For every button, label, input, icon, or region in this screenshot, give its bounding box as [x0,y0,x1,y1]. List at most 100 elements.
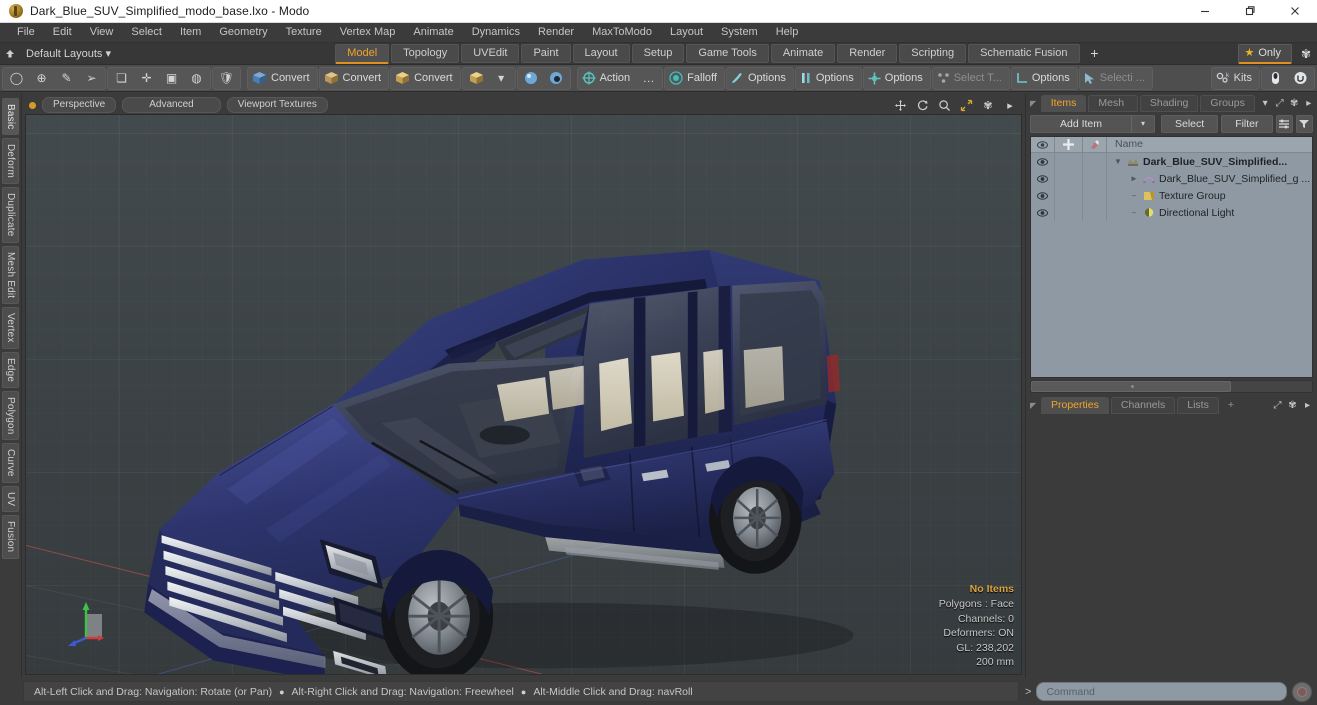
visibility-eye-icon[interactable] [1031,204,1056,221]
properties-tab-channels[interactable]: Channels [1110,396,1176,414]
visibility-eye-icon[interactable] [1031,153,1056,170]
layout-tab-scripting[interactable]: Scripting [899,44,967,63]
curve-tool[interactable]: ➢ [79,69,104,88]
left-tab-curve[interactable]: Curve [2,443,19,484]
left-tab-edge[interactable]: Edge [2,351,19,388]
items-tab-shading[interactable]: Shading [1139,95,1199,112]
convert-dropdown[interactable]: ▾ [489,69,514,88]
mirror-tool[interactable]: ✛ [134,69,159,88]
menu-item-item[interactable]: Item [171,23,210,42]
only-toggle-button[interactable]: ★ Only [1237,43,1292,64]
expand-icon[interactable]: ⤢ [1273,98,1286,109]
sphere-tool[interactable]: ◯ [4,69,29,88]
menu-item-file[interactable]: File [8,23,44,42]
viewport-state-dot[interactable] [29,101,36,109]
twirl-closed-icon[interactable]: ► [1129,174,1139,183]
menu-item-edit[interactable]: Edit [44,23,81,42]
kits-button[interactable]: k Kits [1213,69,1258,88]
symmetry-options-button[interactable]: Options [1013,69,1076,88]
panel-corner-icon[interactable]: ◤ [1030,401,1039,410]
home-icon[interactable] [0,48,20,60]
layout-tab-paint[interactable]: Paint [521,44,571,63]
chevron-right-icon[interactable]: ▸ [1301,400,1314,411]
convert-static-button[interactable]: Convert [321,69,388,88]
add-item-dropdown[interactable]: Add Item ▾ [1030,115,1155,133]
scroll-thumb[interactable] [1031,381,1231,392]
menu-item-vertex-map[interactable]: Vertex Map [331,23,405,42]
list-icon[interactable] [1275,115,1293,133]
preview-render-button[interactable] [1263,69,1288,88]
convert-extra-button[interactable] [464,69,489,88]
menu-item-system[interactable]: System [712,23,767,42]
layout-tab-layout[interactable]: Layout [572,44,630,63]
bevel-tool[interactable]: ▣ [159,69,184,88]
menu-item-render[interactable]: Render [529,23,583,42]
viewport-3d[interactable]: No Items Polygons : Face Channels: 0 Def… [25,114,1022,675]
left-tab-uv[interactable]: UV [2,486,19,513]
suv-3d-model[interactable] [26,115,1021,674]
fit-icon[interactable] [958,98,974,112]
left-tab-vertex[interactable]: Vertex [2,307,19,349]
transform-cell[interactable] [1055,170,1083,187]
chevron-right-icon[interactable]: ▸ [1002,98,1018,112]
layout-tab-model[interactable]: Model [335,43,390,64]
material-preset-b[interactable] [544,69,569,88]
left-tab-basic[interactable]: Basic [2,98,19,136]
menu-item-select[interactable]: Select [122,23,171,42]
zoom-icon[interactable] [936,98,952,112]
globe-tool[interactable]: ⊕ [29,69,54,88]
selection-mode-button[interactable]: Selecti ... [1081,69,1151,88]
expand-icon[interactable]: ⤢ [1271,400,1284,411]
menu-item-layout[interactable]: Layout [661,23,712,42]
left-tab-fusion[interactable]: Fusion [2,515,19,559]
panel-corner-icon[interactable]: ◤ [1030,99,1039,108]
table-row[interactable]: ▼ Dark_Blue_SUV_Simplified... [1107,153,1312,170]
menu-item-help[interactable]: Help [767,23,808,42]
pen-tool[interactable]: ✎ [54,69,79,88]
record-icon[interactable] [1292,681,1312,702]
command-input[interactable]: Command [1036,682,1287,701]
viewport-textures-button[interactable]: Viewport Textures [226,97,328,113]
transform-cell[interactable] [1055,204,1083,221]
select-through-button[interactable]: Select T... [934,69,1008,88]
action-center-button[interactable]: Action [579,69,637,88]
array-tool[interactable]: ❏ [109,69,134,88]
add-properties-tab-button[interactable]: + [1221,398,1241,413]
chevron-right-icon[interactable]: ▸ [1302,98,1315,109]
move-icon[interactable] [892,98,908,112]
transform-cell[interactable] [1055,187,1083,204]
items-tab-mesh-[interactable]: Mesh ... [1088,95,1138,124]
default-layouts-dropdown[interactable]: Default Layouts ▾ [20,47,121,60]
layout-tab-render[interactable]: Render [837,44,898,63]
maximize-button[interactable] [1227,0,1272,22]
layout-tab-schematic-fusion[interactable]: Schematic Fusion [968,44,1080,63]
layout-tab-uvedit[interactable]: UVEdit [461,44,520,63]
transform-cell[interactable] [1055,153,1083,170]
select-button[interactable]: Select [1161,115,1219,133]
gear-icon[interactable]: ✾ [980,98,996,112]
convert-mesh-button[interactable]: Convert [249,69,316,88]
convert-instance-button[interactable]: Convert [392,69,459,88]
layout-tab-animate[interactable]: Animate [770,44,836,63]
items-tab-items[interactable]: Items [1040,95,1087,112]
falloff-button[interactable]: Falloff [666,69,723,88]
tool-options-button[interactable]: Options [728,69,792,88]
table-row[interactable]: – Directional Light [1107,204,1312,221]
chevron-down-icon[interactable]: ▾ [1259,98,1272,109]
menu-item-maxtomodo[interactable]: MaxToModo [583,23,661,42]
table-row[interactable]: ► Dark_Blue_SUV_Simplified_g ... [1107,170,1312,187]
twirl-open-icon[interactable]: ▼ [1113,157,1123,166]
close-button[interactable] [1272,0,1317,22]
properties-tab-properties[interactable]: Properties [1041,396,1109,414]
visibility-eye-icon[interactable] [1031,187,1056,204]
material-cell[interactable] [1083,170,1107,187]
left-tab-mesh-edit[interactable]: Mesh Edit [2,245,19,305]
left-tab-deform[interactable]: Deform [2,138,19,185]
layout-tab-topology[interactable]: Topology [391,44,460,63]
menu-item-texture[interactable]: Texture [277,23,331,42]
action-more[interactable]: … [636,69,661,88]
shield-tool[interactable]: 🛡 [214,69,239,88]
layout-tab-setup[interactable]: Setup [631,44,685,63]
menu-item-animate[interactable]: Animate [404,23,462,42]
material-cell[interactable] [1083,153,1107,170]
